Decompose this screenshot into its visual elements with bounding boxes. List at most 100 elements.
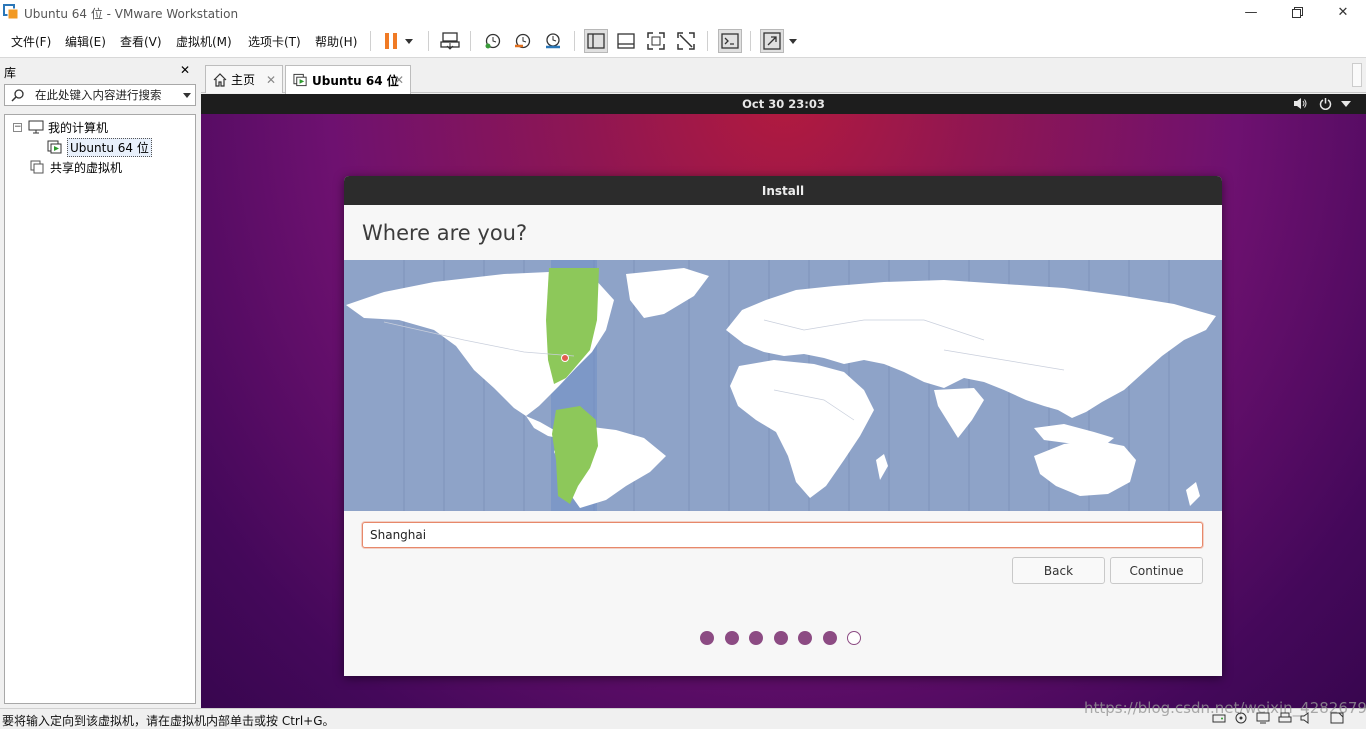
tree-label-my-computer: 我的计算机 xyxy=(48,120,109,135)
title-bar: Ubuntu 64 位 - VMware Workstation — ✕ xyxy=(0,0,1366,24)
menu-edit[interactable]: 编辑(E) xyxy=(65,33,106,50)
pause-button[interactable] xyxy=(379,29,403,53)
stretch-icon xyxy=(763,32,781,50)
stretch-view-button[interactable] xyxy=(760,29,784,53)
tree-collapse-toggle[interactable]: − xyxy=(13,122,22,132)
sidebar-layout-icon xyxy=(587,33,605,49)
tab-ubuntu-vm[interactable]: Ubuntu 64 位 ✕ xyxy=(285,65,411,94)
stretch-dropdown-button[interactable] xyxy=(786,29,800,53)
menu-view[interactable]: 查看(V) xyxy=(120,33,162,50)
progress-dot-complete xyxy=(773,631,788,645)
guest-top-bar: Oct 30 23:03 xyxy=(201,94,1366,114)
status-bar: 要将输入定向到该虚拟机，请在虚拟机内部单击或按 Ctrl+G。 https://… xyxy=(0,699,1366,728)
unity-mode-button[interactable] xyxy=(674,29,698,53)
clock-snapshot-icon xyxy=(485,33,501,49)
toolbar-separator xyxy=(370,31,371,51)
message-log-icon[interactable] xyxy=(1330,712,1344,724)
library-title: 库 xyxy=(4,66,17,80)
snapshot-button[interactable] xyxy=(481,29,505,53)
power-icon[interactable] xyxy=(1319,97,1332,110)
running-vm-icon xyxy=(47,140,62,154)
hard-disk-icon[interactable] xyxy=(1212,712,1226,724)
tree-item-my-computer[interactable]: − 我的计算机 xyxy=(13,118,108,136)
vm-display[interactable]: Oct 30 23:03 Install Where are you? Shan… xyxy=(201,94,1366,708)
progress-dot-complete xyxy=(822,631,837,645)
minimize-icon: — xyxy=(1244,4,1258,20)
tree-item-ubuntu-vm[interactable]: Ubuntu 64 位 xyxy=(47,137,152,157)
toolbar-separator xyxy=(574,31,575,51)
snapshot-manager-icon xyxy=(546,33,560,49)
tab-home-label: 主页 xyxy=(231,73,256,87)
tab-scroll-button[interactable] xyxy=(1352,63,1362,87)
close-icon: ✕ xyxy=(1337,4,1349,20)
keyboard-send-icon xyxy=(440,32,460,50)
chevron-down-icon[interactable] xyxy=(183,93,191,98)
power-dropdown-button[interactable] xyxy=(401,29,417,53)
library-tree: − 我的计算机 Ubuntu 64 位 共享的虚拟机 xyxy=(4,114,196,704)
menu-file[interactable]: 文件(F) xyxy=(11,33,51,50)
home-icon xyxy=(213,72,227,87)
show-thumbnail-bar-button[interactable] xyxy=(614,29,638,53)
revert-snapshot-button[interactable] xyxy=(511,29,535,53)
fullscreen-icon xyxy=(647,32,665,50)
system-menu-chevron-icon[interactable] xyxy=(1341,101,1351,107)
progress-dot-complete xyxy=(724,631,739,645)
show-library-button[interactable] xyxy=(584,29,608,53)
progress-dot-complete xyxy=(749,631,763,645)
tab-close-icon[interactable]: ✕ xyxy=(394,73,404,87)
library-search-input[interactable] xyxy=(35,87,175,103)
terminal-icon xyxy=(721,33,739,49)
tree-label-shared-vms: 共享的虚拟机 xyxy=(50,160,123,175)
maximize-button[interactable] xyxy=(1274,0,1320,24)
sound-card-icon[interactable] xyxy=(1300,712,1314,724)
snapshot-manager-button[interactable] xyxy=(541,29,565,53)
network-adapter-icon[interactable] xyxy=(1256,712,1270,724)
back-button[interactable]: Back xyxy=(1012,557,1105,584)
chevron-down-icon xyxy=(789,38,797,44)
unity-icon xyxy=(677,32,695,50)
cd-drive-icon[interactable] xyxy=(1234,712,1248,724)
volume-icon[interactable] xyxy=(1293,97,1307,110)
page-heading: Where are you? xyxy=(362,221,528,245)
installer-title: Install xyxy=(761,184,805,198)
computer-icon xyxy=(28,120,44,134)
library-panel: 库 ✕ − 我的计算机 Ubuntu 64 位 共享的虚拟机 xyxy=(0,58,200,710)
chevron-down-icon xyxy=(405,38,413,44)
vmware-logo-icon xyxy=(3,4,19,20)
pause-icon xyxy=(385,33,397,49)
world-map-graphic[interactable] xyxy=(344,260,1222,511)
library-close-button[interactable]: ✕ xyxy=(180,63,190,77)
tree-item-shared-vms[interactable]: 共享的虚拟机 xyxy=(30,158,122,176)
bottom-bar-layout-icon xyxy=(617,33,635,49)
timezone-input[interactable] xyxy=(362,522,1203,548)
installer-header: Install xyxy=(344,176,1222,205)
toolbar-separator xyxy=(470,31,471,51)
progress-dot-current xyxy=(847,631,861,645)
send-ctrl-alt-del-button[interactable] xyxy=(438,29,462,53)
toolbar-separator xyxy=(750,31,751,51)
tab-bar: 主页 ✕ Ubuntu 64 位 ✕ xyxy=(201,58,1366,94)
library-search-box[interactable] xyxy=(4,84,196,106)
window-title: Ubuntu 64 位 - VMware Workstation xyxy=(24,7,239,21)
running-vm-icon xyxy=(293,73,307,87)
toolbar-separator xyxy=(707,31,708,51)
guest-clock[interactable]: Oct 30 23:03 xyxy=(201,97,1366,111)
close-window-button[interactable]: ✕ xyxy=(1320,0,1366,24)
progress-dots xyxy=(700,631,861,645)
timezone-map[interactable] xyxy=(344,260,1222,511)
tree-label-ubuntu-vm: Ubuntu 64 位 xyxy=(67,137,152,157)
progress-dot-complete xyxy=(700,631,714,645)
tab-close-icon[interactable]: ✕ xyxy=(266,73,276,87)
revert-clock-icon xyxy=(515,33,531,49)
printer-icon[interactable] xyxy=(1278,712,1292,724)
menu-vm[interactable]: 虚拟机(M) xyxy=(176,33,232,50)
console-view-button[interactable] xyxy=(718,29,742,53)
continue-button[interactable]: Continue xyxy=(1110,557,1203,584)
progress-dot-complete xyxy=(798,631,812,645)
menu-tabs[interactable]: 选项卡(T) xyxy=(248,33,301,50)
status-hint: 要将输入定向到该虚拟机，请在虚拟机内部单击或按 Ctrl+G。 xyxy=(2,714,335,728)
menu-help[interactable]: 帮助(H) xyxy=(315,33,357,50)
minimize-button[interactable]: — xyxy=(1228,0,1274,24)
tab-home[interactable]: 主页 ✕ xyxy=(205,65,283,93)
full-screen-button[interactable] xyxy=(644,29,668,53)
